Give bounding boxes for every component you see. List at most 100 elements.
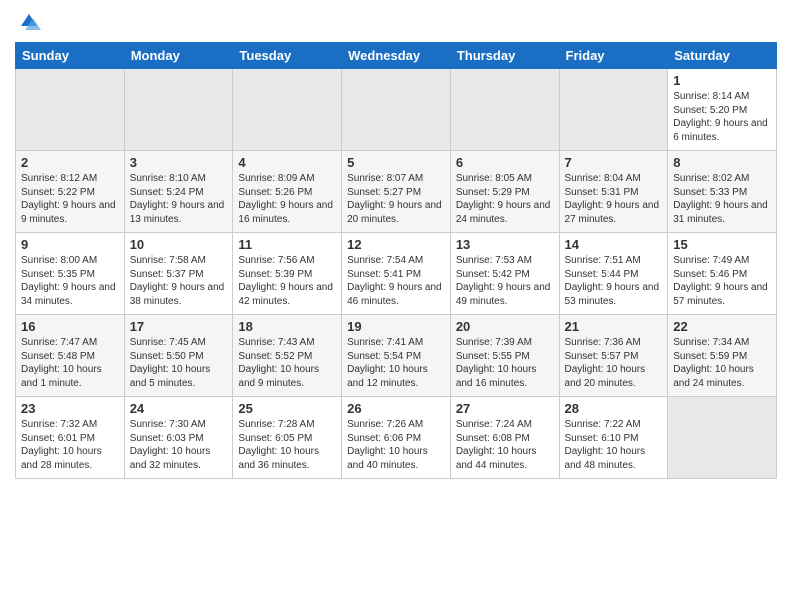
logo <box>15 10 41 34</box>
day-header-tuesday: Tuesday <box>233 43 342 69</box>
day-number: 24 <box>130 401 228 416</box>
day-header-friday: Friday <box>559 43 668 69</box>
calendar-cell <box>559 69 668 151</box>
calendar-cell: 23 Sunrise: 7:32 AM Sunset: 6:01 PM Dayli… <box>16 397 125 479</box>
day-number: 11 <box>238 237 336 252</box>
cell-info: Sunrise: 8:00 AM Sunset: 5:35 PM Dayligh… <box>21 254 119 308</box>
day-number: 13 <box>456 237 554 252</box>
day-number: 12 <box>347 237 445 252</box>
day-number: 6 <box>456 155 554 170</box>
calendar-cell: 10 Sunrise: 7:58 AM Sunset: 5:37 PM Dayli… <box>124 233 233 315</box>
day-number: 2 <box>21 155 119 170</box>
calendar-container: SundayMondayTuesdayWednesdayThursdayFrid… <box>0 0 792 489</box>
cell-info: Sunrise: 7:43 AM Sunset: 5:52 PM Dayligh… <box>238 336 336 390</box>
day-number: 26 <box>347 401 445 416</box>
logo-icon <box>17 10 41 34</box>
calendar-week-2: 2 Sunrise: 8:12 AM Sunset: 5:22 PM Daylig… <box>16 151 777 233</box>
day-number: 14 <box>565 237 663 252</box>
day-number: 1 <box>673 73 771 88</box>
day-header-wednesday: Wednesday <box>342 43 451 69</box>
calendar-cell: 19 Sunrise: 7:41 AM Sunset: 5:54 PM Dayli… <box>342 315 451 397</box>
calendar-cell: 9 Sunrise: 8:00 AM Sunset: 5:35 PM Daylig… <box>16 233 125 315</box>
calendar-cell <box>233 69 342 151</box>
calendar-cell <box>668 397 777 479</box>
cell-info: Sunrise: 7:45 AM Sunset: 5:50 PM Dayligh… <box>130 336 228 390</box>
calendar-cell: 25 Sunrise: 7:28 AM Sunset: 6:05 PM Dayli… <box>233 397 342 479</box>
calendar-week-3: 9 Sunrise: 8:00 AM Sunset: 5:35 PM Daylig… <box>16 233 777 315</box>
cell-info: Sunrise: 7:30 AM Sunset: 6:03 PM Dayligh… <box>130 418 228 472</box>
calendar-cell: 5Sunrise: 8:07 AM Sunset: 5:27 PM Daylig… <box>342 151 451 233</box>
day-header-saturday: Saturday <box>668 43 777 69</box>
calendar-cell: 11 Sunrise: 7:56 AM Sunset: 5:39 PM Dayli… <box>233 233 342 315</box>
cell-info: Sunrise: 7:36 AM Sunset: 5:57 PM Dayligh… <box>565 336 663 390</box>
cell-info: Sunrise: 7:28 AM Sunset: 6:05 PM Dayligh… <box>238 418 336 472</box>
day-number: 28 <box>565 401 663 416</box>
day-number: 20 <box>456 319 554 334</box>
cell-info: Sunrise: 7:34 AM Sunset: 5:59 PM Dayligh… <box>673 336 771 390</box>
cell-info: Sunrise: 7:49 AM Sunset: 5:46 PM Dayligh… <box>673 254 771 308</box>
calendar-cell: 17 Sunrise: 7:45 AM Sunset: 5:50 PM Dayli… <box>124 315 233 397</box>
day-number: 7 <box>565 155 663 170</box>
calendar-cell: 3Sunrise: 8:10 AM Sunset: 5:24 PM Daylig… <box>124 151 233 233</box>
cell-info: Sunrise: 7:32 AM Sunset: 6:01 PM Dayligh… <box>21 418 119 472</box>
header <box>15 10 777 34</box>
cell-info: Sunrise: 7:51 AM Sunset: 5:44 PM Dayligh… <box>565 254 663 308</box>
day-number: 25 <box>238 401 336 416</box>
day-number: 27 <box>456 401 554 416</box>
calendar-cell: 22 Sunrise: 7:34 AM Sunset: 5:59 PM Dayli… <box>668 315 777 397</box>
cell-info: Sunrise: 8:02 AM Sunset: 5:33 PM Dayligh… <box>673 172 771 226</box>
calendar-cell <box>342 69 451 151</box>
cell-info: Sunrise: 7:26 AM Sunset: 6:06 PM Dayligh… <box>347 418 445 472</box>
calendar-week-1: 1 Sunrise: 8:14 AM Sunset: 5:20 PM Daylig… <box>16 69 777 151</box>
cell-info: Sunrise: 7:47 AM Sunset: 5:48 PM Dayligh… <box>21 336 119 390</box>
calendar-header-row: SundayMondayTuesdayWednesdayThursdayFrid… <box>16 43 777 69</box>
day-number: 9 <box>21 237 119 252</box>
calendar-cell: 24 Sunrise: 7:30 AM Sunset: 6:03 PM Dayli… <box>124 397 233 479</box>
day-number: 16 <box>21 319 119 334</box>
calendar-cell: 28 Sunrise: 7:22 AM Sunset: 6:10 PM Dayli… <box>559 397 668 479</box>
calendar-cell <box>450 69 559 151</box>
cell-info: Sunrise: 8:12 AM Sunset: 5:22 PM Dayligh… <box>21 172 119 226</box>
day-number: 4 <box>238 155 336 170</box>
cell-info: Sunrise: 7:39 AM Sunset: 5:55 PM Dayligh… <box>456 336 554 390</box>
cell-info: Sunrise: 8:09 AM Sunset: 5:26 PM Dayligh… <box>238 172 336 226</box>
calendar-cell <box>124 69 233 151</box>
day-number: 18 <box>238 319 336 334</box>
calendar-cell: 27 Sunrise: 7:24 AM Sunset: 6:08 PM Dayli… <box>450 397 559 479</box>
day-header-sunday: Sunday <box>16 43 125 69</box>
day-number: 15 <box>673 237 771 252</box>
day-number: 10 <box>130 237 228 252</box>
calendar-week-5: 23 Sunrise: 7:32 AM Sunset: 6:01 PM Dayli… <box>16 397 777 479</box>
calendar-cell: 26 Sunrise: 7:26 AM Sunset: 6:06 PM Dayli… <box>342 397 451 479</box>
day-number: 8 <box>673 155 771 170</box>
cell-info: Sunrise: 8:10 AM Sunset: 5:24 PM Dayligh… <box>130 172 228 226</box>
calendar-cell: 18 Sunrise: 7:43 AM Sunset: 5:52 PM Dayli… <box>233 315 342 397</box>
calendar-cell: 14 Sunrise: 7:51 AM Sunset: 5:44 PM Dayli… <box>559 233 668 315</box>
cell-info: Sunrise: 7:54 AM Sunset: 5:41 PM Dayligh… <box>347 254 445 308</box>
day-number: 21 <box>565 319 663 334</box>
calendar-cell: 2 Sunrise: 8:12 AM Sunset: 5:22 PM Daylig… <box>16 151 125 233</box>
cell-info: Sunrise: 7:58 AM Sunset: 5:37 PM Dayligh… <box>130 254 228 308</box>
cell-info: Sunrise: 7:56 AM Sunset: 5:39 PM Dayligh… <box>238 254 336 308</box>
cell-info: Sunrise: 8:07 AM Sunset: 5:27 PM Dayligh… <box>347 172 445 226</box>
calendar-cell: 7Sunrise: 8:04 AM Sunset: 5:31 PM Daylig… <box>559 151 668 233</box>
cell-info: Sunrise: 7:24 AM Sunset: 6:08 PM Dayligh… <box>456 418 554 472</box>
calendar-cell: 12 Sunrise: 7:54 AM Sunset: 5:41 PM Dayli… <box>342 233 451 315</box>
day-header-thursday: Thursday <box>450 43 559 69</box>
day-number: 23 <box>21 401 119 416</box>
day-number: 19 <box>347 319 445 334</box>
calendar-cell: 4 Sunrise: 8:09 AM Sunset: 5:26 PM Daylig… <box>233 151 342 233</box>
calendar-cell <box>16 69 125 151</box>
calendar-week-4: 16 Sunrise: 7:47 AM Sunset: 5:48 PM Dayli… <box>16 315 777 397</box>
calendar-table: SundayMondayTuesdayWednesdayThursdayFrid… <box>15 42 777 479</box>
cell-info: Sunrise: 7:53 AM Sunset: 5:42 PM Dayligh… <box>456 254 554 308</box>
calendar-cell: 1 Sunrise: 8:14 AM Sunset: 5:20 PM Daylig… <box>668 69 777 151</box>
day-number: 17 <box>130 319 228 334</box>
cell-info: Sunrise: 8:14 AM Sunset: 5:20 PM Dayligh… <box>673 90 771 144</box>
day-number: 22 <box>673 319 771 334</box>
calendar-cell: 16 Sunrise: 7:47 AM Sunset: 5:48 PM Dayli… <box>16 315 125 397</box>
day-header-monday: Monday <box>124 43 233 69</box>
cell-info: Sunrise: 7:22 AM Sunset: 6:10 PM Dayligh… <box>565 418 663 472</box>
calendar-cell: 20 Sunrise: 7:39 AM Sunset: 5:55 PM Dayli… <box>450 315 559 397</box>
cell-info: Sunrise: 7:41 AM Sunset: 5:54 PM Dayligh… <box>347 336 445 390</box>
